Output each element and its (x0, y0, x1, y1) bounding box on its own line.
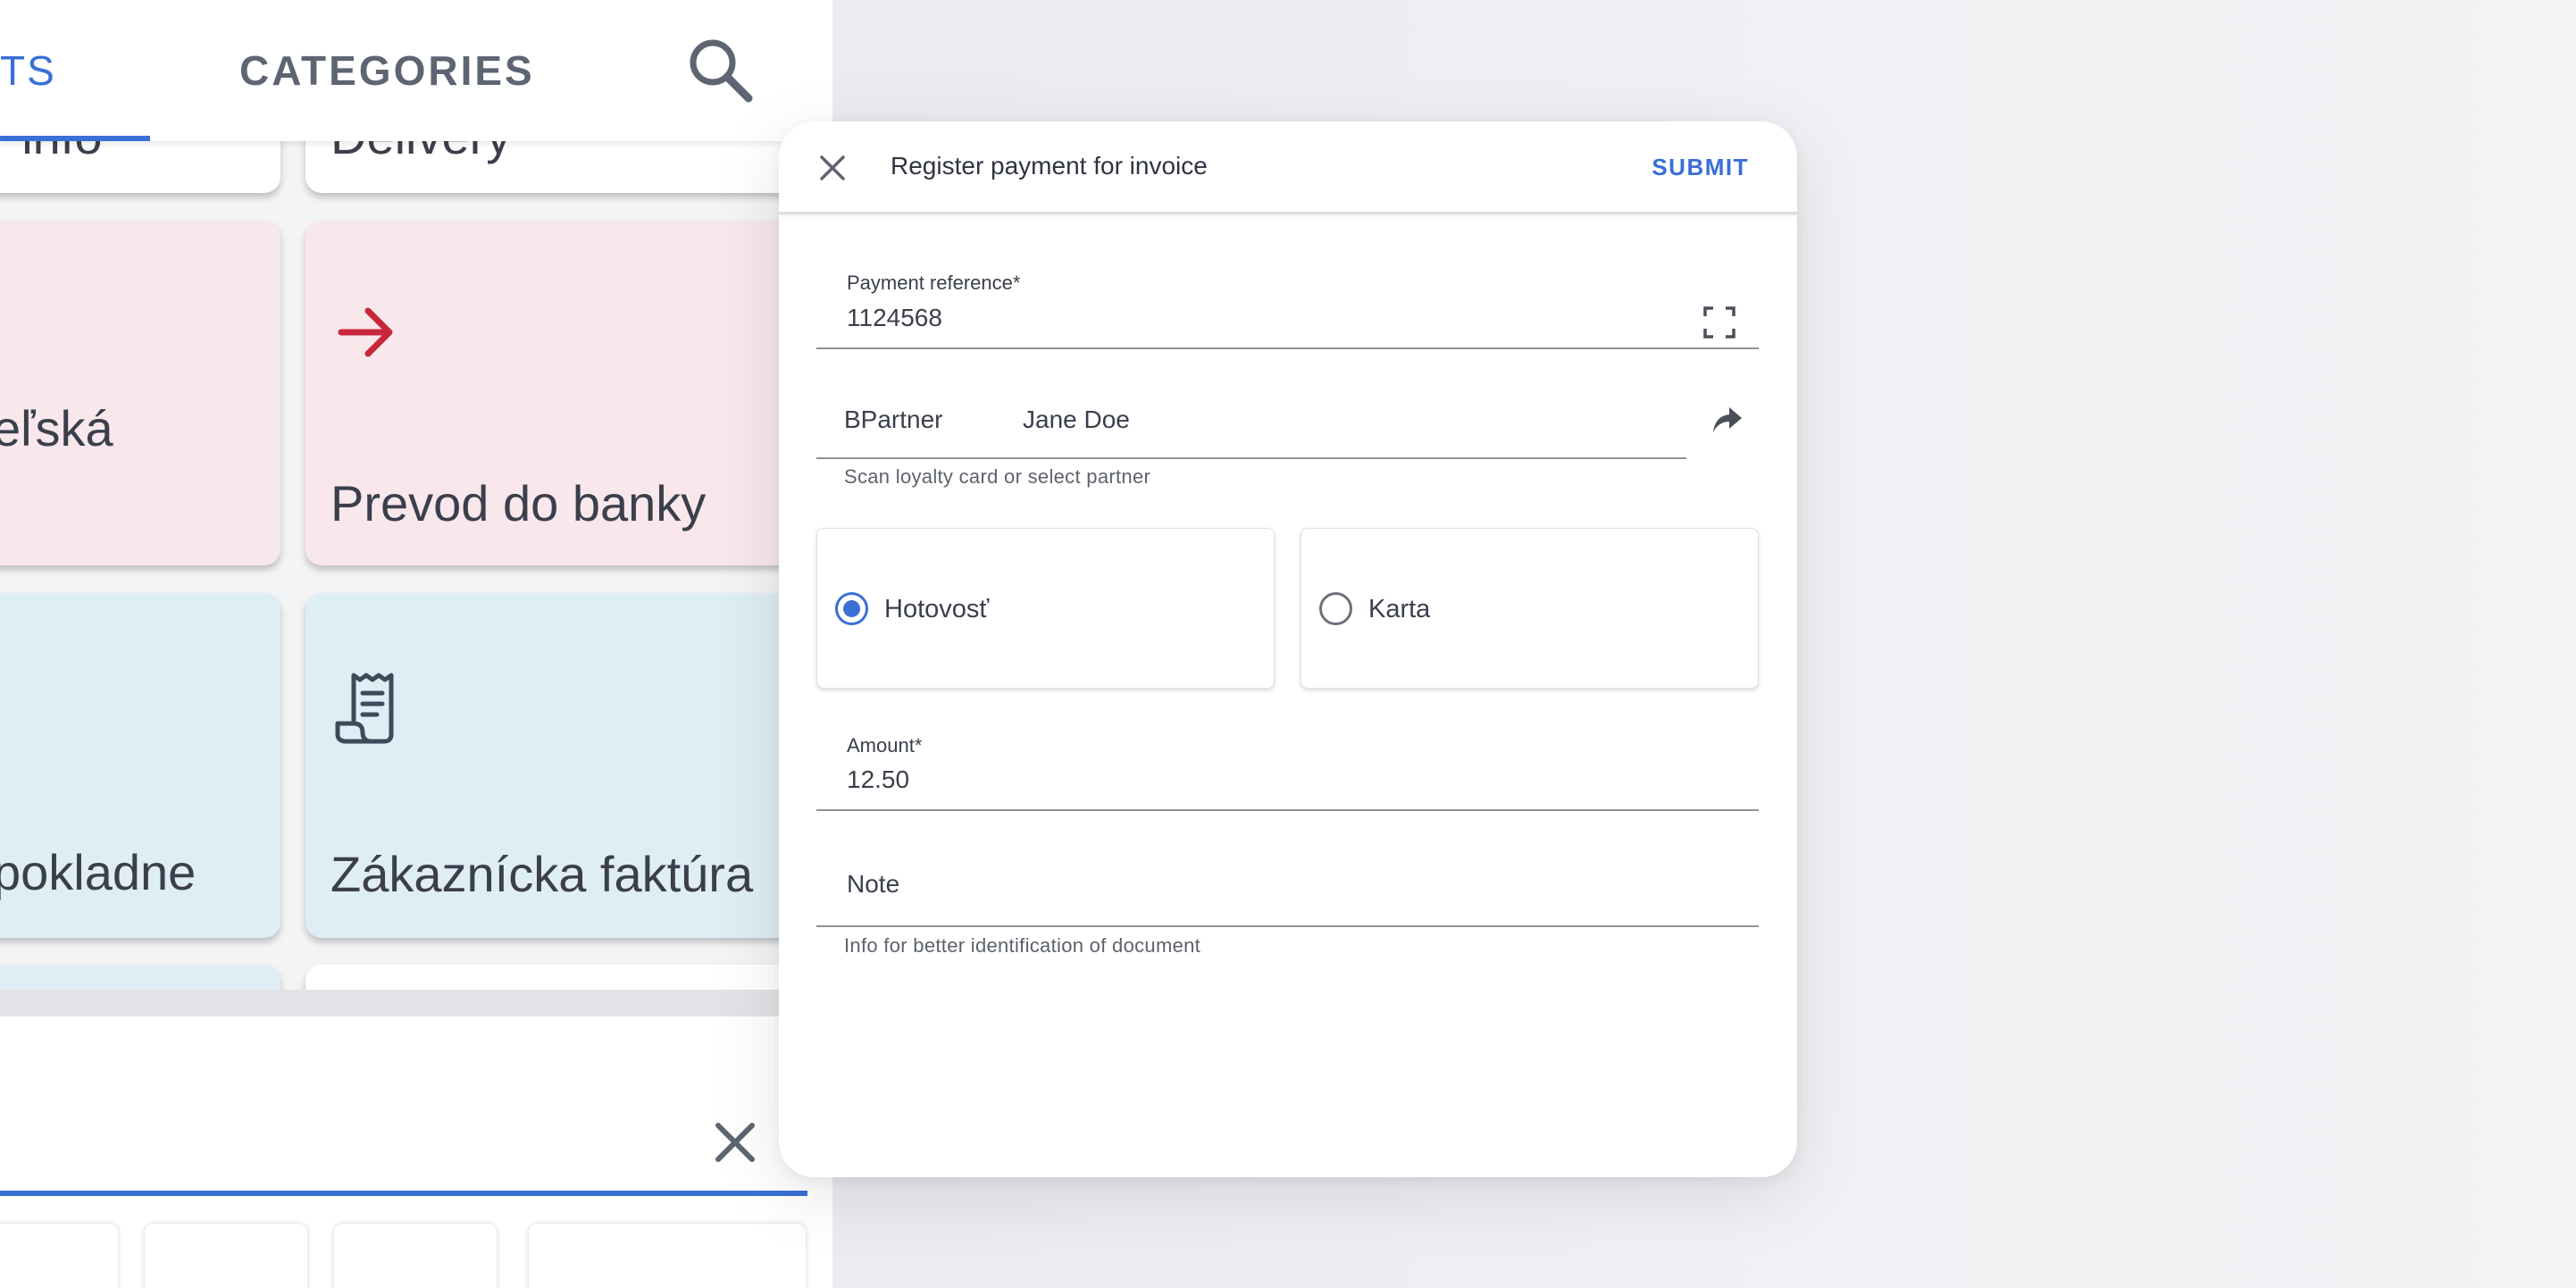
radio-cash[interactable] (835, 592, 868, 625)
payment-reference-underline (816, 347, 1759, 349)
tile-pink-left[interactable]: eľská (0, 221, 280, 565)
search-input-underline (0, 1191, 807, 1196)
tile-label: Zákaznícka faktúra (330, 846, 754, 902)
search-icon[interactable] (682, 32, 759, 109)
radio-cash-label: Hotovosť (884, 595, 990, 623)
payment-reference-input[interactable]: 1124568 (847, 304, 942, 332)
arrow-right-icon (338, 307, 393, 357)
share-icon[interactable] (1711, 406, 1744, 434)
tab-products[interactable]: TS (0, 46, 56, 95)
note-input[interactable]: Note (847, 870, 899, 899)
note-helper-text: Info for better identification of docume… (844, 934, 1201, 957)
product-grid: r info Delivery eľská Prevod do banky po… (0, 0, 832, 1036)
amount-underline (816, 809, 1759, 811)
active-tab-indicator (0, 136, 150, 141)
keypad-key[interactable] (0, 1224, 118, 1288)
scan-icon[interactable] (1702, 305, 1736, 339)
amount-input[interactable]: 12.50 (847, 765, 909, 794)
radio-card-label: Karta (1368, 595, 1431, 623)
payment-method-card[interactable]: Karta (1301, 528, 1759, 689)
dialog-title: Register payment for invoice (891, 152, 1208, 180)
close-icon[interactable] (711, 1118, 759, 1167)
background-app: r info Delivery eľská Prevod do banky po… (0, 0, 832, 1288)
bpartner-label: BPartner (844, 406, 943, 433)
payment-reference-field[interactable] (816, 264, 1759, 472)
tile-zakaznicka-faktura[interactable]: Zákaznícka faktúra (305, 593, 832, 938)
keypad-key[interactable] (145, 1224, 307, 1288)
close-icon[interactable] (815, 150, 850, 186)
radio-card[interactable] (1319, 592, 1352, 625)
tile-label: pokladne (0, 844, 197, 900)
note-underline (816, 925, 1759, 927)
payment-method-cash[interactable]: Hotovosť (816, 528, 1275, 689)
payment-reference-label-text: Payment reference* (847, 272, 1021, 294)
amount-label: Amount* (847, 734, 923, 757)
radio-selected-dot (843, 600, 860, 617)
tile-prevod-do-banky[interactable]: Prevod do banky (305, 221, 832, 565)
tile-label: Prevod do banky (330, 475, 707, 531)
submit-button[interactable]: SUBMIT (1652, 154, 1749, 181)
register-payment-dialog: Register payment for invoice SUBMIT Paym… (779, 121, 1797, 1177)
tile-blue-left[interactable]: pokladne (0, 593, 280, 938)
bpartner-underline (816, 457, 1686, 459)
tile-label: eľská (0, 400, 113, 456)
bpartner-input[interactable]: Jane Doe (1023, 406, 1130, 434)
dialog-header: Register payment for invoice SUBMIT (779, 121, 1797, 214)
tab-categories[interactable]: CATEGORIES (239, 46, 535, 95)
panel-separator (0, 990, 832, 1016)
tab-bar: TS CATEGORIES (0, 0, 832, 141)
keypad-key[interactable] (529, 1224, 806, 1288)
keypad-key[interactable] (334, 1224, 497, 1288)
bpartner-helper-text: Scan loyalty card or select partner (844, 465, 1151, 488)
receipt-icon (335, 673, 394, 744)
